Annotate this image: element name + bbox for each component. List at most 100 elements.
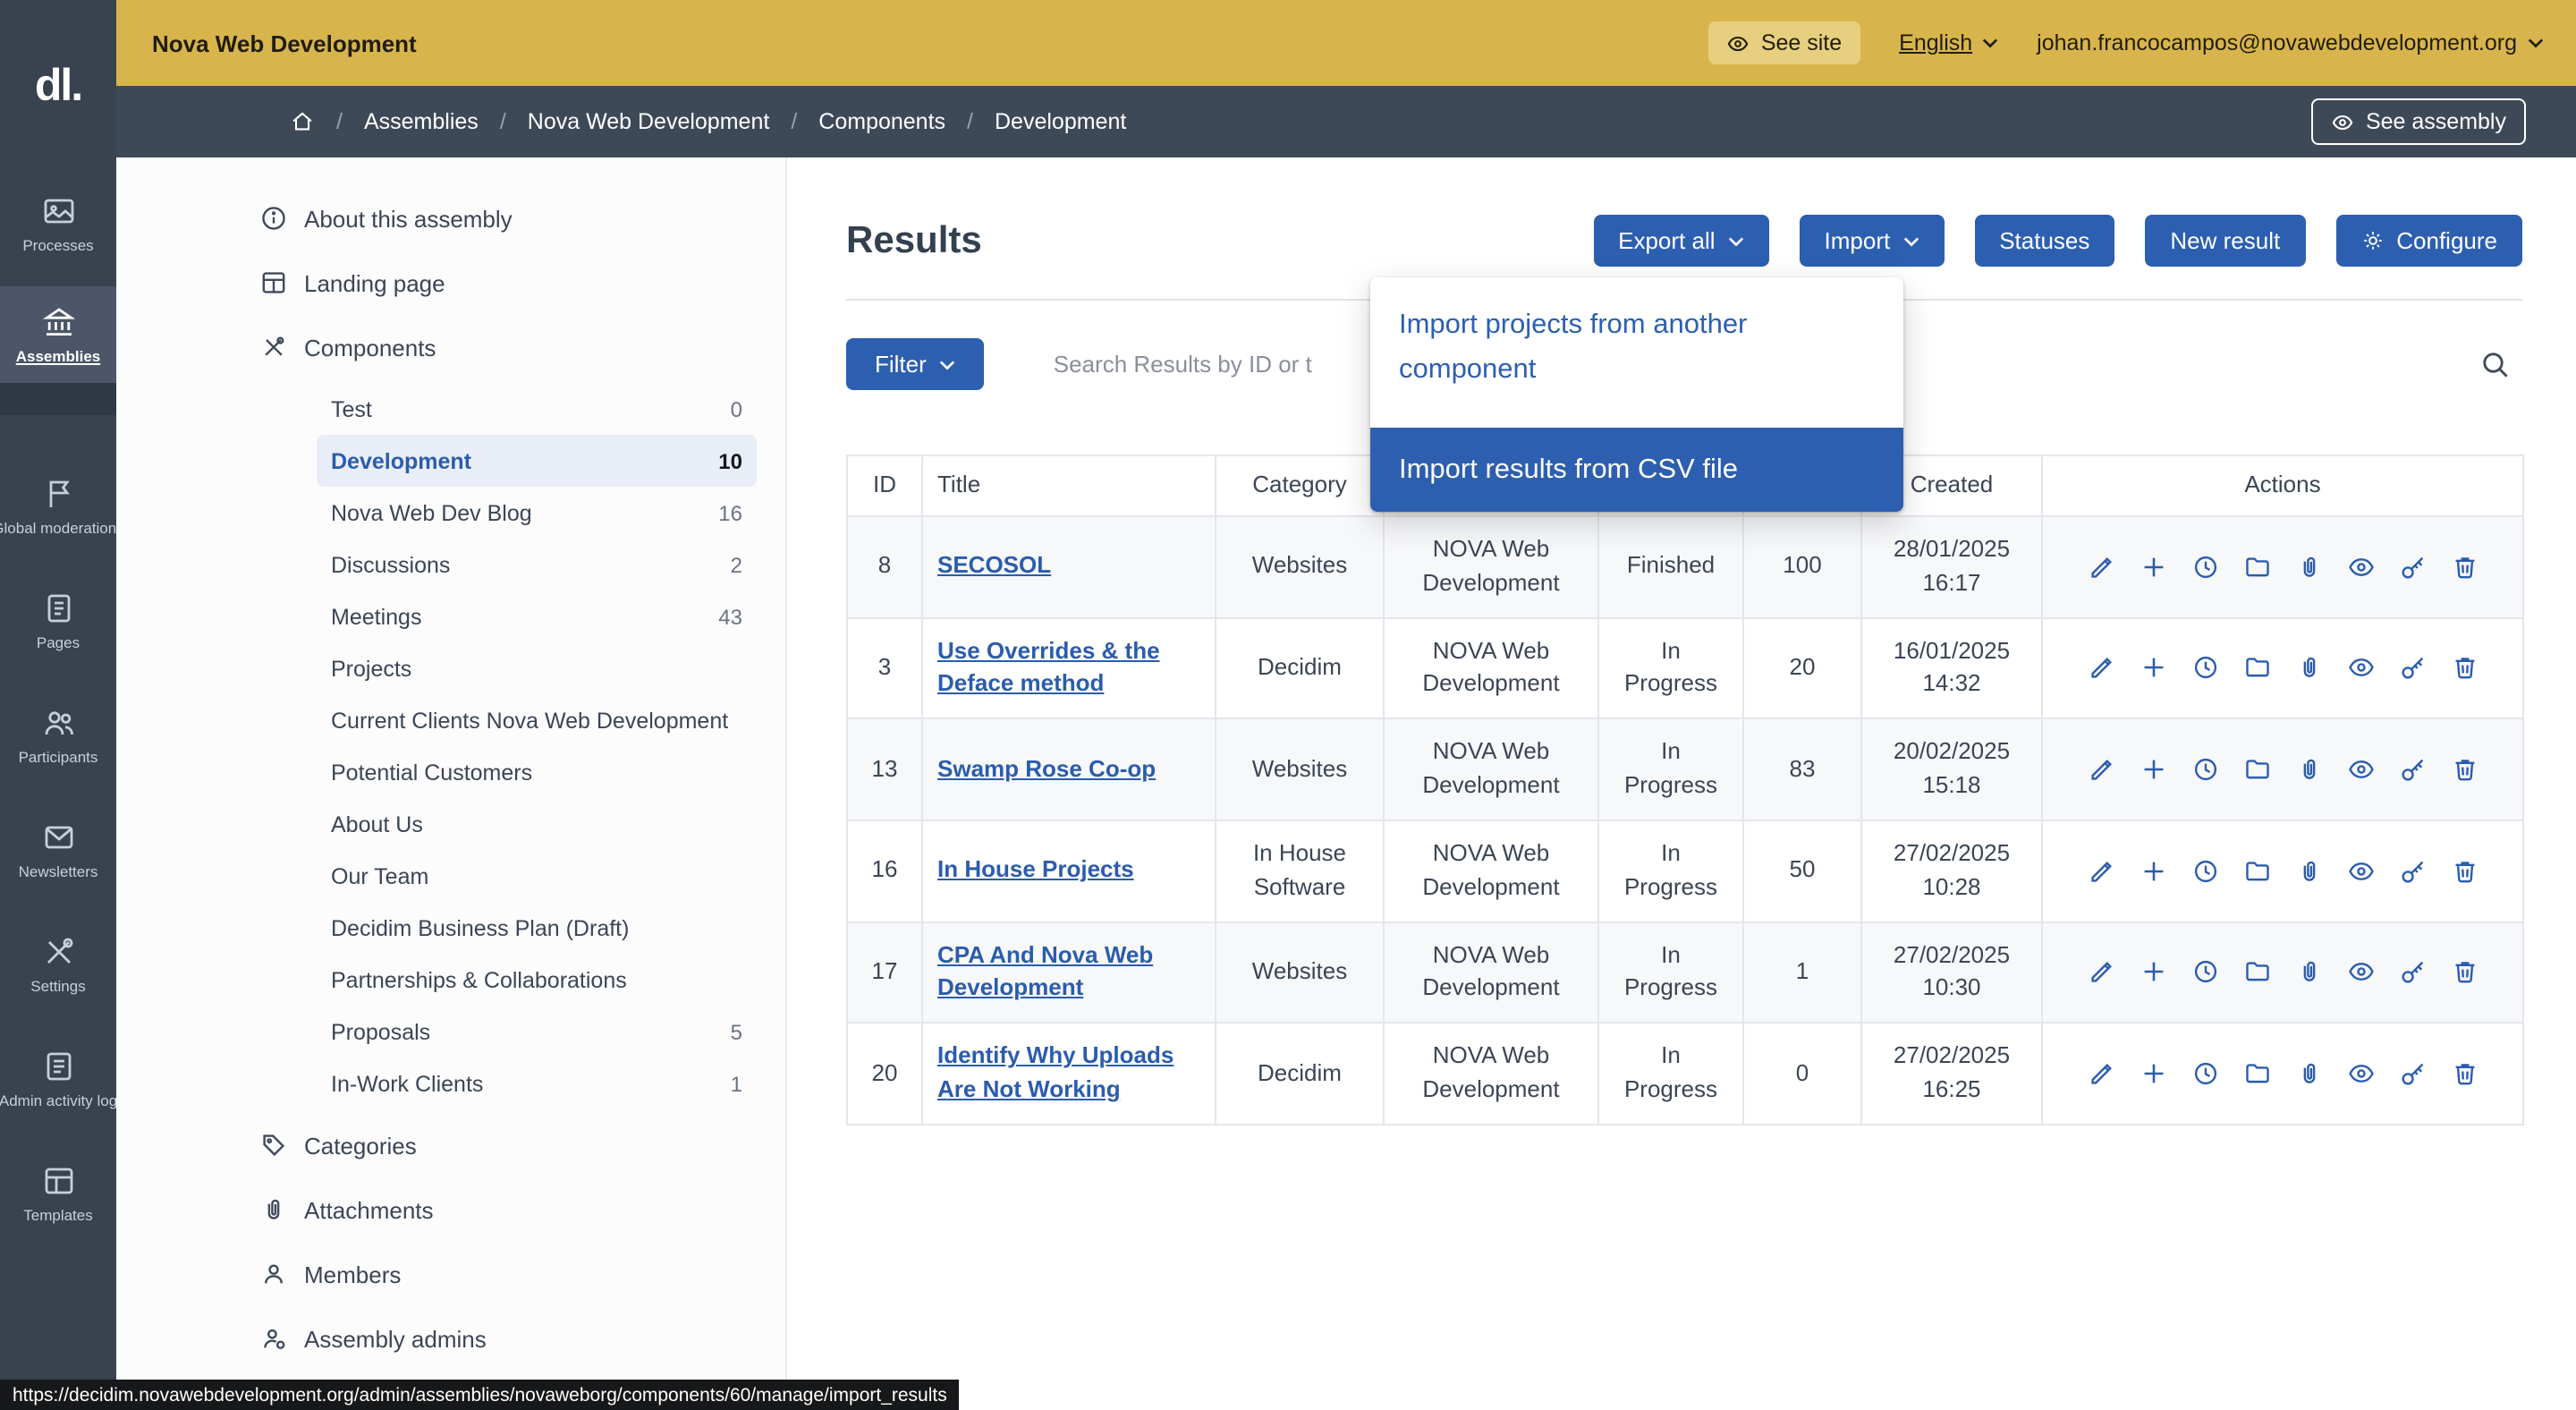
permissions-key-icon[interactable] <box>2398 1059 2427 1088</box>
component-item-decidim-business-plan[interactable]: Decidim Business Plan (Draft) <box>317 902 757 954</box>
menu-assembly-admins[interactable]: Assembly admins <box>116 1306 785 1371</box>
component-item-development[interactable]: Development10 <box>317 435 757 487</box>
configure-button[interactable]: Configure <box>2335 215 2522 267</box>
preview-icon[interactable] <box>2346 755 2375 784</box>
component-item-about-us[interactable]: About Us <box>317 798 757 850</box>
edit-icon[interactable] <box>2087 857 2115 886</box>
folder-icon[interactable] <box>2242 552 2271 581</box>
result-link[interactable]: SECOSOL <box>937 552 1051 579</box>
sidebar-item-templates[interactable]: Templates <box>0 1142 116 1245</box>
add-icon[interactable] <box>2139 958 2167 987</box>
component-item-test[interactable]: Test0 <box>317 383 757 435</box>
export-all-button[interactable]: Export all <box>1593 215 1768 267</box>
delete-icon[interactable] <box>2450 958 2479 987</box>
sidebar-item-participants[interactable]: Participants <box>0 684 116 787</box>
org-logo[interactable]: dl. <box>0 0 116 172</box>
delete-icon[interactable] <box>2450 552 2479 581</box>
attachments-icon[interactable] <box>2294 755 2323 784</box>
delete-icon[interactable] <box>2450 857 2479 886</box>
history-icon[interactable] <box>2190 1059 2219 1088</box>
breadcrumb-components[interactable]: Components <box>818 109 945 134</box>
menu-attachments[interactable]: Attachments <box>116 1177 785 1242</box>
permissions-key-icon[interactable] <box>2398 755 2427 784</box>
result-link[interactable]: CPA And Nova Web Development <box>937 940 1153 1001</box>
sidebar-item-processes[interactable]: Processes <box>0 172 116 276</box>
see-site-button[interactable]: See site <box>1709 21 1860 64</box>
import-projects-menu-item[interactable]: Import projects from another component <box>1370 277 1903 428</box>
breadcrumb-assemblies[interactable]: Assemblies <box>364 109 479 134</box>
component-item-meetings[interactable]: Meetings43 <box>317 590 757 642</box>
preview-icon[interactable] <box>2346 958 2375 987</box>
edit-icon[interactable] <box>2087 1059 2115 1088</box>
sidebar-item-assemblies[interactable]: Assemblies <box>0 286 116 383</box>
component-item-our-team[interactable]: Our Team <box>317 850 757 902</box>
permissions-key-icon[interactable] <box>2398 654 2427 683</box>
edit-icon[interactable] <box>2087 958 2115 987</box>
history-icon[interactable] <box>2190 654 2219 683</box>
component-item-current-clients[interactable]: Current Clients Nova Web Development <box>317 694 757 746</box>
history-icon[interactable] <box>2190 755 2219 784</box>
breadcrumb-assembly[interactable]: Nova Web Development <box>528 109 770 134</box>
result-link[interactable]: Swamp Rose Co-op <box>937 754 1156 781</box>
sidebar-item-pages[interactable]: Pages <box>0 569 116 673</box>
breadcrumb-development[interactable]: Development <box>995 109 1126 134</box>
menu-landing-page[interactable]: Landing page <box>116 251 785 315</box>
attachments-icon[interactable] <box>2294 958 2323 987</box>
new-result-button[interactable]: New result <box>2145 215 2305 267</box>
component-item-proposals[interactable]: Proposals5 <box>317 1006 757 1058</box>
menu-components[interactable]: Components <box>116 315 785 379</box>
delete-icon[interactable] <box>2450 654 2479 683</box>
preview-icon[interactable] <box>2346 1059 2375 1088</box>
menu-members[interactable]: Members <box>116 1242 785 1306</box>
delete-icon[interactable] <box>2450 1059 2479 1088</box>
sidebar-item-global-moderations[interactable]: Global moderations <box>0 454 116 558</box>
component-item-in-work-clients[interactable]: In-Work Clients1 <box>317 1058 757 1109</box>
filter-button[interactable]: Filter <box>846 338 984 390</box>
permissions-key-icon[interactable] <box>2398 552 2427 581</box>
preview-icon[interactable] <box>2346 552 2375 581</box>
sidebar-item-settings[interactable]: Settings <box>0 913 116 1016</box>
folder-icon[interactable] <box>2242 755 2271 784</box>
add-icon[interactable] <box>2139 857 2167 886</box>
result-link[interactable]: Use Overrides & the Deface method <box>937 636 1160 697</box>
result-link[interactable]: In House Projects <box>937 856 1134 883</box>
component-item-nova-web-dev-blog[interactable]: Nova Web Dev Blog16 <box>317 487 757 539</box>
component-item-partnerships[interactable]: Partnerships & Collaborations <box>317 954 757 1006</box>
edit-icon[interactable] <box>2087 552 2115 581</box>
menu-categories[interactable]: Categories <box>116 1113 785 1177</box>
attachments-icon[interactable] <box>2294 654 2323 683</box>
language-selector[interactable]: English <box>1899 30 1997 55</box>
edit-icon[interactable] <box>2087 654 2115 683</box>
history-icon[interactable] <box>2190 552 2219 581</box>
preview-icon[interactable] <box>2346 654 2375 683</box>
user-menu[interactable]: johan.francocampos@novawebdevelopment.or… <box>2037 30 2544 55</box>
permissions-key-icon[interactable] <box>2398 958 2427 987</box>
menu-about-assembly[interactable]: About this assembly <box>116 186 785 251</box>
import-button[interactable]: Import <box>1800 215 1945 267</box>
see-assembly-button[interactable]: See assembly <box>2312 98 2526 145</box>
history-icon[interactable] <box>2190 857 2219 886</box>
history-icon[interactable] <box>2190 958 2219 987</box>
component-item-potential-customers[interactable]: Potential Customers <box>317 746 757 798</box>
folder-icon[interactable] <box>2242 857 2271 886</box>
folder-icon[interactable] <box>2242 654 2271 683</box>
home-icon[interactable] <box>290 109 315 134</box>
attachments-icon[interactable] <box>2294 1059 2323 1088</box>
attachments-icon[interactable] <box>2294 552 2323 581</box>
search-icon[interactable] <box>2479 348 2512 380</box>
component-item-projects[interactable]: Projects <box>317 642 757 694</box>
edit-icon[interactable] <box>2087 755 2115 784</box>
permissions-key-icon[interactable] <box>2398 857 2427 886</box>
import-results-csv-menu-item[interactable]: Import results from CSV file <box>1370 428 1903 512</box>
statuses-button[interactable]: Statuses <box>1974 215 2114 267</box>
folder-icon[interactable] <box>2242 958 2271 987</box>
add-icon[interactable] <box>2139 654 2167 683</box>
component-item-discussions[interactable]: Discussions2 <box>317 539 757 590</box>
preview-icon[interactable] <box>2346 857 2375 886</box>
sidebar-item-newsletters[interactable]: Newsletters <box>0 798 116 902</box>
folder-icon[interactable] <box>2242 1059 2271 1088</box>
attachments-icon[interactable] <box>2294 857 2323 886</box>
result-link[interactable]: Identify Why Uploads Are Not Working <box>937 1042 1174 1103</box>
sidebar-item-admin-activity-log[interactable]: Admin activity log <box>0 1027 116 1131</box>
delete-icon[interactable] <box>2450 755 2479 784</box>
